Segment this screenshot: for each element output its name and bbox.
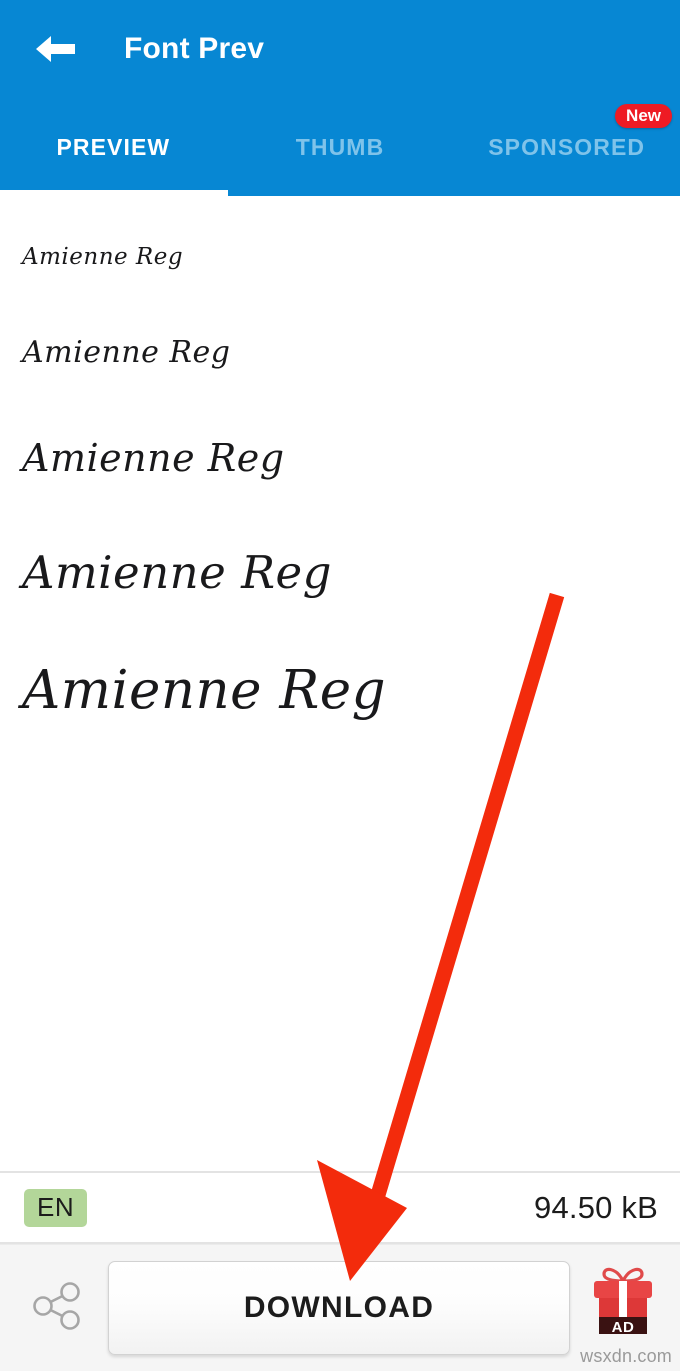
app-bar-top: Font Prev (0, 0, 680, 98)
preview-content: Amienne Reg Amienne Reg Amienne Reg Amie… (0, 196, 680, 1244)
language-badge: EN (24, 1188, 88, 1227)
share-button[interactable] (14, 1258, 98, 1358)
font-sample-text: Amienne Reg (22, 244, 184, 270)
font-info-row: EN 94.50 kB (0, 1171, 680, 1244)
tab-sponsored[interactable]: SPONSORED New (453, 98, 680, 196)
app-root: Font Prev PREVIEW THUMB SPONSORED New Am… (0, 0, 680, 1371)
tab-preview-label: PREVIEW (56, 133, 171, 160)
font-sample-text: Amienne Reg (22, 545, 332, 599)
watermark: wsxdn.com (580, 1346, 672, 1366)
app-bar: Font Prev PREVIEW THUMB SPONSORED New (0, 0, 680, 196)
font-sample-row[interactable]: Amienne Reg (0, 212, 680, 302)
page-title: Font Prev (124, 32, 265, 65)
file-size-label: 94.50 kB (534, 1189, 658, 1225)
ad-label: AD (611, 1319, 635, 1336)
font-sample-row[interactable]: Amienne Reg (0, 514, 680, 630)
tab-preview[interactable]: PREVIEW (0, 98, 227, 196)
share-icon (27, 1277, 85, 1340)
font-sample-row[interactable]: Amienne Reg (0, 630, 680, 750)
tab-thumb-label: THUMB (295, 133, 385, 160)
bottom-action-bar: DOWNLOAD AD wsxdn.com (0, 1244, 680, 1371)
tab-thumb[interactable]: THUMB (227, 98, 454, 196)
download-button-label: DOWNLOAD (243, 1291, 435, 1324)
font-sample-row[interactable]: Amienne Reg (0, 302, 680, 402)
download-button[interactable]: DOWNLOAD (108, 1261, 570, 1355)
font-sample-row[interactable]: Amienne Reg (0, 402, 680, 514)
font-sample-text: Amienne Reg (22, 436, 285, 480)
font-sample-text: Amienne Reg (22, 659, 387, 721)
font-preview-list: Amienne Reg Amienne Reg Amienne Reg Amie… (0, 196, 680, 750)
new-badge: New (615, 104, 673, 128)
back-button[interactable] (26, 20, 84, 78)
arrow-left-icon (32, 32, 78, 66)
font-sample-text: Amienne Reg (22, 334, 231, 370)
tab-sponsored-label: SPONSORED (488, 133, 646, 160)
tab-bar: PREVIEW THUMB SPONSORED New (0, 98, 680, 196)
